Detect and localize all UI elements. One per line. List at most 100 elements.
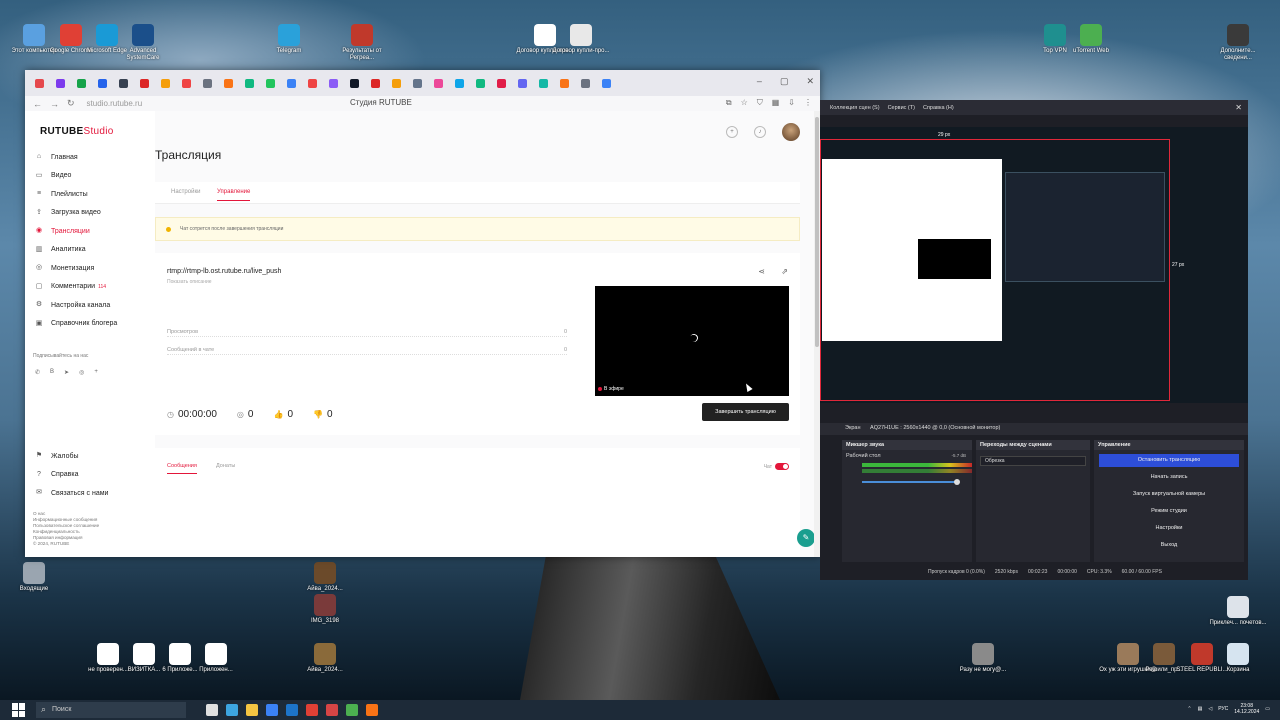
taskbar-app-icon[interactable]	[206, 704, 218, 716]
sidebar-item[interactable]: ◉ Трансляции	[35, 222, 153, 241]
browser-tab[interactable]	[413, 78, 422, 88]
tab-donations[interactable]: Донаты	[216, 463, 235, 469]
stream-preview[interactable]: В эфире	[595, 286, 789, 396]
tab-messages[interactable]: Сообщения	[167, 463, 197, 474]
desktop-icon[interactable]: Разу не могу@...	[953, 643, 1013, 674]
desktop-icon[interactable]: Айва_2024...	[295, 643, 355, 674]
browser-tab[interactable]	[497, 78, 506, 88]
browser-tab[interactable]	[329, 78, 338, 88]
help-chat-button[interactable]: ✎	[797, 529, 815, 547]
obs-menu-item[interactable]: Справка (H)	[923, 105, 954, 115]
browser-tab[interactable]	[266, 78, 275, 88]
back-icon[interactable]: ←	[33, 99, 42, 109]
taskbar-app-icon[interactable]	[366, 704, 378, 716]
rutube-logo[interactable]: RUTUBEStudio	[40, 126, 114, 137]
browser-tab[interactable]	[371, 78, 380, 88]
avatar[interactable]	[782, 123, 800, 141]
browser-tab[interactable]	[455, 78, 464, 88]
sidebar-item[interactable]: ◎ Монетизация	[35, 259, 153, 278]
footer-link[interactable]: © 2024, RUTUBE	[33, 541, 99, 547]
sidebar-item[interactable]: ▣ Справочник блогера	[35, 315, 153, 334]
tab-management[interactable]: Управление	[217, 189, 251, 201]
chat-toggle[interactable]	[775, 463, 789, 470]
browser-tab[interactable]	[98, 78, 107, 88]
transition-select[interactable]: Обрезка	[980, 456, 1086, 466]
taskbar-app-icon[interactable]	[286, 704, 298, 716]
social-icon[interactable]: ✆	[35, 369, 40, 376]
obs-control-button[interactable]: Выход	[1099, 539, 1239, 552]
browser-tab[interactable]	[539, 78, 548, 88]
browser-tab[interactable]	[77, 78, 86, 88]
rtmp-url[interactable]: rtmp://rtmp-lb.ost.rutube.ru/live_push	[167, 268, 281, 275]
desktop-icon[interactable]: Дополните... сведени...	[1208, 24, 1268, 62]
bell-icon[interactable]: ♪	[754, 126, 766, 138]
sidebar-item[interactable]: ≡ Плейлисты	[35, 185, 153, 204]
show-key-link[interactable]: Показать описание	[167, 279, 212, 285]
obs-menu-item[interactable]: Сервис (T)	[888, 105, 915, 115]
notifications-icon[interactable]: ▭	[1265, 706, 1270, 712]
social-icon[interactable]: В	[50, 369, 54, 376]
social-icon[interactable]: ◎	[79, 369, 84, 376]
maximize-button[interactable]: ▢	[780, 76, 789, 87]
browser-tab[interactable]	[518, 78, 527, 88]
browser-tab[interactable]	[119, 78, 128, 88]
obs-control-button[interactable]: Запуск виртуальной камеры	[1099, 488, 1239, 501]
taskbar-app-icon[interactable]	[266, 704, 278, 716]
obs-close-icon[interactable]: ✕	[1235, 103, 1242, 112]
browser-tab[interactable]	[560, 78, 569, 88]
browser-tab[interactable]	[581, 78, 590, 88]
extension-icon[interactable]: ▦	[772, 98, 780, 108]
desktop-icon[interactable]: Advanced SystemCare	[113, 24, 173, 62]
minimize-button[interactable]: –	[757, 76, 762, 87]
taskbar-app-icon[interactable]	[306, 704, 318, 716]
sidebar-item[interactable]: ⚙ Настройка канала	[35, 296, 153, 315]
obs-control-button[interactable]: Остановить трансляцию	[1099, 454, 1239, 467]
sidebar-item[interactable]: ▢ Комментарии 114	[35, 278, 153, 297]
taskbar-app-icon[interactable]	[246, 704, 258, 716]
taskbar-app-icon[interactable]	[326, 704, 338, 716]
taskbar-search[interactable]: Поиск	[36, 702, 186, 718]
desktop-icon[interactable]: Приложен...	[186, 643, 246, 674]
desktop-icon[interactable]: IMG_3198	[295, 594, 355, 625]
menu-icon[interactable]: ⋮	[804, 98, 812, 108]
sidebar-item[interactable]: ? Справка	[35, 466, 153, 485]
share-icon[interactable]: ⋖	[758, 267, 765, 276]
reload-icon[interactable]: ↻	[67, 98, 75, 109]
browser-tab[interactable]	[602, 78, 611, 88]
sidebar-item[interactable]: ▭ Видео	[35, 167, 153, 186]
browser-tab[interactable]	[140, 78, 149, 88]
volume-icon[interactable]: ◁	[1208, 706, 1212, 712]
sidebar-item[interactable]: ⚑ Жалобы	[35, 447, 153, 466]
desktop-icon[interactable]: Telegram	[259, 24, 319, 55]
shield-icon[interactable]: ⛉	[757, 98, 763, 108]
tab-settings[interactable]: Настройки	[171, 189, 200, 195]
obs-control-button[interactable]: Начать запись	[1099, 471, 1239, 484]
browser-tab[interactable]	[434, 78, 443, 88]
close-button[interactable]: ✕	[806, 76, 814, 87]
browser-tab[interactable]	[56, 78, 65, 88]
forward-icon[interactable]: →	[50, 99, 59, 109]
translate-icon[interactable]: ⧉	[726, 98, 732, 108]
tray-chevron-icon[interactable]: ⌃	[1187, 706, 1191, 712]
clock[interactable]: 23:08 14.12.2024	[1234, 703, 1259, 715]
network-icon[interactable]: ▤	[1198, 706, 1203, 712]
sidebar-item[interactable]: ▥ Аналитика	[35, 241, 153, 260]
browser-tab[interactable]	[287, 78, 296, 88]
url-field[interactable]: studio.rutube.ru	[87, 99, 143, 108]
browser-tab[interactable]	[182, 78, 191, 88]
browser-tab[interactable]	[245, 78, 254, 88]
desktop-icon[interactable]: Договор купли-про...	[551, 24, 611, 55]
source-value[interactable]: AQ27H1UE : 2560x1440 @ 0,0 (Основной мон…	[870, 425, 1000, 431]
obs-control-button[interactable]: Настройки	[1099, 522, 1239, 535]
taskbar-app-icon[interactable]	[226, 704, 238, 716]
social-icon[interactable]: +	[94, 369, 98, 376]
upload-icon[interactable]: +	[726, 126, 738, 138]
sidebar-item[interactable]: ⇪ Загрузка видео	[35, 204, 153, 223]
external-link-icon[interactable]: ⇗	[781, 267, 788, 276]
desktop-icon-extra[interactable]: Приклеч... почетов...	[1208, 596, 1268, 627]
browser-tab[interactable]	[350, 78, 359, 88]
browser-tab[interactable]	[308, 78, 317, 88]
obs-control-button[interactable]: Режим студии	[1099, 505, 1239, 518]
browser-tab[interactable]	[392, 78, 401, 88]
bookmark-icon[interactable]: ☆	[741, 98, 748, 108]
